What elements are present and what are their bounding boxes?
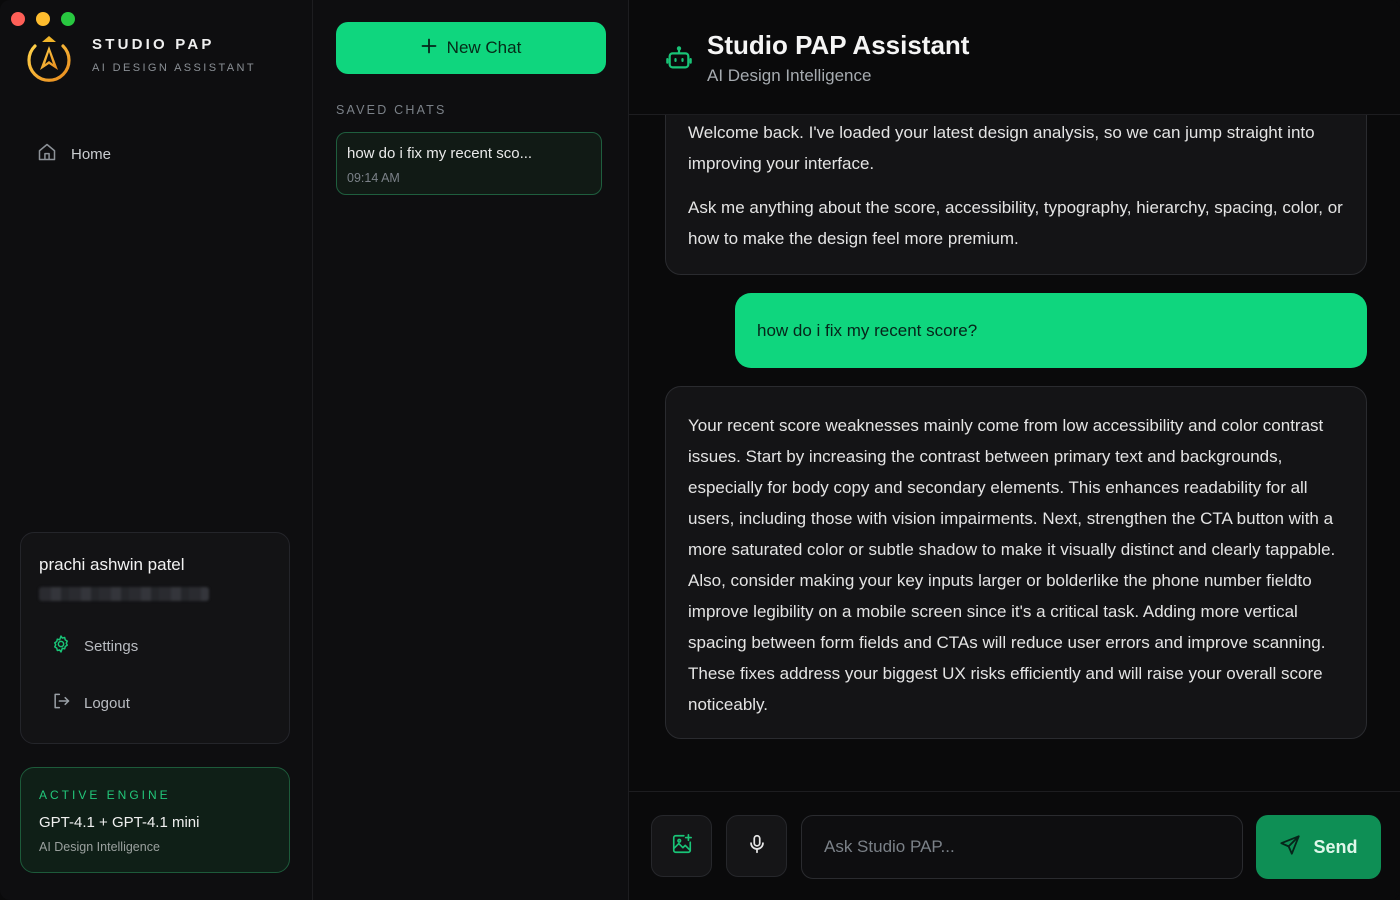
engine-name: GPT-4.1 + GPT-4.1 mini: [39, 814, 200, 831]
sidebar: STUDIO PAP AI DESIGN ASSISTANT Home prac…: [0, 0, 313, 900]
new-chat-label: New Chat: [446, 38, 522, 57]
microphone-button[interactable]: [726, 815, 787, 877]
saved-chat-item[interactable]: how do i fix my recent sco... 09:14 AM: [336, 132, 602, 195]
logout-label: Logout: [84, 695, 130, 712]
message-paragraph: Ask me anything about the score, accessi…: [688, 198, 1343, 248]
page-subtitle: AI Design Intelligence: [707, 66, 872, 85]
message-paragraph: Welcome back. I've loaded your latest de…: [688, 123, 1315, 173]
attach-image-button[interactable]: [651, 815, 712, 877]
logout-icon: [51, 691, 71, 716]
active-engine-card: ACTIVE ENGINE GPT-4.1 + GPT-4.1 mini AI …: [20, 767, 290, 873]
microphone-icon: [746, 833, 768, 860]
chat-header: Studio PAP Assistant AI Design Intellige…: [629, 0, 1400, 115]
assistant-message: Welcome back. I've loaded your latest de…: [665, 98, 1367, 275]
user-name: prachi ashwin patel: [39, 555, 185, 574]
window-maximize-button[interactable]: [61, 12, 75, 26]
send-label: Send: [1313, 836, 1358, 857]
send-icon: [1279, 834, 1301, 861]
window-controls: [11, 12, 75, 26]
home-icon: [37, 142, 57, 167]
message-input-wrapper: [801, 815, 1243, 879]
window-minimize-button[interactable]: [36, 12, 50, 26]
user-email-redacted: [39, 587, 209, 601]
assistant-message: Your recent score weaknesses mainly come…: [665, 386, 1367, 739]
image-add-icon: [671, 833, 693, 860]
nav-item-home-label: Home: [71, 146, 112, 163]
user-message-text: how do i fix my recent score?: [757, 321, 978, 340]
brand-text: STUDIO PAP AI DESIGN ASSISTANT: [92, 36, 256, 74]
settings-button[interactable]: Settings: [51, 634, 138, 659]
brand-subtitle: AI DESIGN ASSISTANT: [92, 62, 256, 74]
compass-a-logo-icon: [23, 32, 75, 84]
logout-button[interactable]: Logout: [51, 691, 130, 716]
user-message: how do i fix my recent score?: [735, 293, 1367, 368]
composer: Send: [629, 791, 1400, 900]
engine-subtitle: AI Design Intelligence: [39, 840, 160, 854]
new-chat-button[interactable]: New Chat: [336, 22, 606, 74]
chat-main: Studio PAP Assistant AI Design Intellige…: [629, 0, 1400, 900]
page-title: Studio PAP Assistant: [707, 30, 970, 60]
brand-name: STUDIO PAP: [92, 36, 215, 53]
saved-chats-heading: SAVED CHATS: [336, 103, 447, 117]
message-paragraph: Your recent score weaknesses mainly come…: [688, 416, 1336, 714]
chats-panel: New Chat SAVED CHATS how do i fix my rec…: [313, 0, 629, 900]
app-window: STUDIO PAP AI DESIGN ASSISTANT Home prac…: [0, 0, 1400, 900]
saved-chat-title: how do i fix my recent sco...: [347, 145, 533, 162]
engine-label: ACTIVE ENGINE: [39, 788, 171, 802]
plus-icon: [421, 38, 437, 59]
settings-label: Settings: [84, 638, 139, 655]
user-card: prachi ashwin patel Settings Logout: [20, 532, 290, 744]
saved-chat-time: 09:14 AM: [347, 171, 400, 185]
window-close-button[interactable]: [11, 12, 25, 26]
message-input[interactable]: [802, 816, 1242, 878]
send-button[interactable]: Send: [1256, 815, 1381, 879]
nav-item-home[interactable]: Home: [37, 142, 111, 167]
gear-icon: [51, 634, 71, 659]
robot-icon: [665, 44, 693, 77]
brand[interactable]: STUDIO PAP AI DESIGN ASSISTANT: [23, 32, 256, 84]
